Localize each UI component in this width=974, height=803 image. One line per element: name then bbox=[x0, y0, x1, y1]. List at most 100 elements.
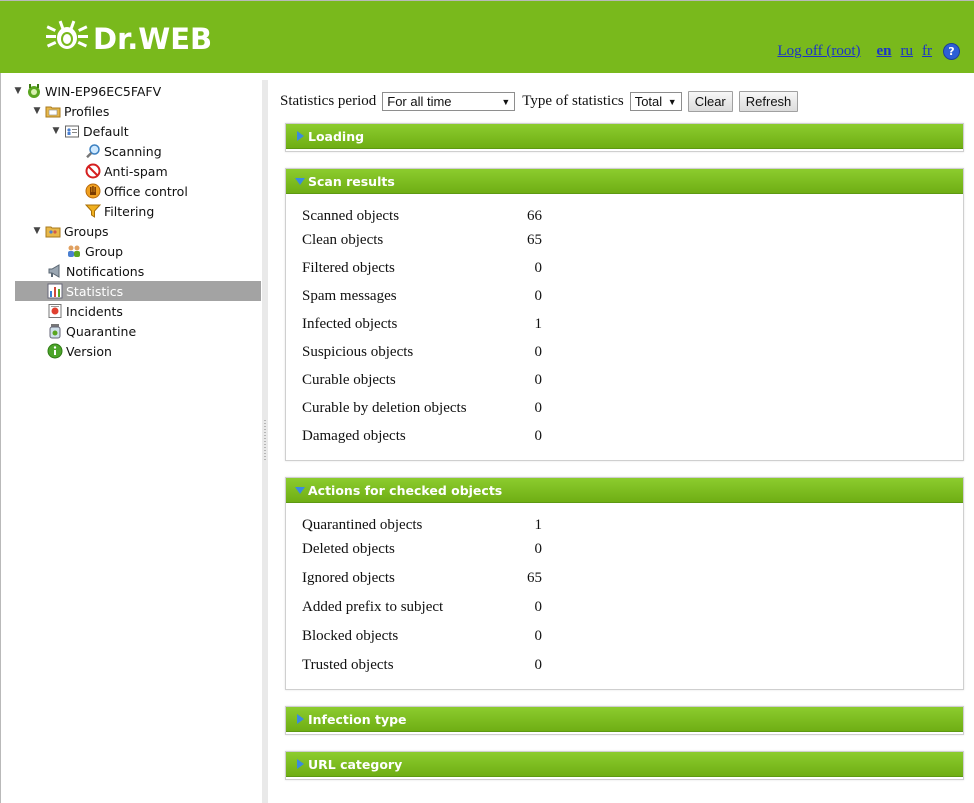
stat-row: Blocked objects 0 bbox=[302, 626, 542, 646]
collapse-arrow-icon[interactable]: ▼ bbox=[32, 226, 42, 236]
lang-en-link[interactable]: en bbox=[877, 43, 892, 60]
stat-value: 0 bbox=[534, 540, 543, 557]
spider-logo-icon bbox=[45, 19, 89, 59]
stat-value: 66 bbox=[527, 207, 542, 224]
actions-panel: Actions for checked objects Quarantined … bbox=[285, 477, 964, 690]
tree-item-notifications[interactable]: Notifications bbox=[47, 261, 144, 281]
stat-label: Deleted objects bbox=[302, 540, 395, 557]
navigation-tree: ▼ WIN-EP96EC5FAFV ▼ Profiles ▼ Default S… bbox=[0, 73, 262, 803]
tree-label: Anti-spam bbox=[104, 163, 168, 179]
megaphone-icon bbox=[47, 263, 63, 279]
tree-item-default[interactable]: ▼ Default bbox=[51, 121, 129, 141]
tree-label: Incidents bbox=[66, 303, 123, 319]
loading-panel: Loading bbox=[285, 123, 964, 152]
tree-item-scanning[interactable]: Scanning bbox=[85, 141, 162, 161]
stat-label: Ignored objects bbox=[302, 569, 395, 586]
infection-type-panel-header[interactable]: Infection type bbox=[286, 707, 963, 732]
tree-label: Notifications bbox=[66, 263, 145, 279]
period-select[interactable]: For all time ▼ bbox=[382, 92, 516, 111]
stat-label: Filtered objects bbox=[302, 259, 395, 276]
statistics-toolbar: Statistics period For all time ▼ Type of… bbox=[280, 91, 799, 112]
stat-row: Ignored objects 65 bbox=[302, 568, 542, 588]
stat-value: 1 bbox=[534, 315, 543, 332]
stat-row: Infected objects 1 bbox=[302, 314, 542, 334]
stat-value: 0 bbox=[534, 598, 543, 615]
stat-value: 0 bbox=[534, 427, 543, 444]
collapse-arrow-icon[interactable]: ▼ bbox=[51, 126, 61, 136]
type-select[interactable]: Total ▼ bbox=[629, 92, 682, 111]
collapse-arrow-icon[interactable]: ▼ bbox=[13, 86, 23, 96]
tree-label: Statistics bbox=[66, 283, 124, 299]
incident-log-icon bbox=[47, 303, 63, 319]
loading-bar bbox=[630, 299, 776, 313]
app-header: Dr.WEB Log off (root) en ru fr ? bbox=[0, 0, 974, 73]
tree-label: Default bbox=[83, 123, 129, 139]
stat-row: Trusted objects 0 bbox=[302, 655, 542, 675]
stat-label: Curable by deletion objects bbox=[302, 399, 467, 416]
type-value: Total bbox=[634, 94, 663, 109]
panel-title: Scan results bbox=[308, 173, 395, 189]
tree-label: Office control bbox=[104, 183, 188, 199]
loading-panel-header[interactable]: Loading bbox=[286, 124, 963, 149]
folder-icon bbox=[45, 103, 61, 119]
actions-panel-header[interactable]: Actions for checked objects bbox=[286, 478, 963, 503]
statistics-content: Statistics period For all time ▼ Type of… bbox=[268, 73, 974, 803]
stat-label: Suspicious objects bbox=[302, 343, 414, 360]
url-category-panel: URL category bbox=[285, 751, 964, 780]
users-icon bbox=[66, 243, 82, 259]
lang-fr-link[interactable]: fr bbox=[922, 43, 932, 60]
tree-item-profiles[interactable]: ▼ Profiles bbox=[32, 101, 110, 121]
refresh-button[interactable]: Refresh bbox=[738, 91, 799, 112]
tree-item-groups[interactable]: ▼ Groups bbox=[13, 221, 109, 241]
scan-results-panel-header[interactable]: Scan results bbox=[286, 169, 963, 194]
stat-row: Spam messages 0 bbox=[302, 286, 542, 306]
tree-label: WIN-EP96EC5FAFV bbox=[45, 83, 162, 99]
stat-value: 0 bbox=[534, 287, 543, 304]
top-navigation: Log off (root) en ru fr ? bbox=[761, 43, 960, 60]
stat-label: Spam messages bbox=[302, 287, 397, 304]
expand-triangle-icon bbox=[292, 759, 308, 769]
stat-row: Curable by deletion objects 0 bbox=[302, 398, 542, 418]
funnel-icon bbox=[85, 203, 101, 219]
url-category-panel-header[interactable]: URL category bbox=[286, 752, 963, 777]
stat-row: Suspicious objects 0 bbox=[302, 342, 542, 362]
tree-item-antispam[interactable]: Anti-spam bbox=[85, 161, 168, 181]
tree-item-quarantine[interactable]: Quarantine bbox=[47, 321, 136, 341]
stat-label: Quarantined objects bbox=[302, 516, 423, 533]
stat-value: 65 bbox=[527, 231, 542, 248]
panel-title: Infection type bbox=[308, 711, 407, 727]
stat-label: Trusted objects bbox=[302, 656, 394, 673]
stat-row: Quarantined objects 1 bbox=[302, 515, 542, 535]
logo-text: Dr.WEB bbox=[93, 22, 213, 56]
tree-item-filtering[interactable]: Filtering bbox=[85, 201, 154, 221]
tree-label: Filtering bbox=[104, 203, 155, 219]
logoff-link[interactable]: Log off (root) bbox=[777, 43, 860, 60]
collapse-arrow-icon[interactable]: ▼ bbox=[32, 106, 42, 116]
stat-label: Scanned objects bbox=[302, 207, 400, 224]
clear-button[interactable]: Clear bbox=[687, 91, 733, 112]
tree-item-office-control[interactable]: Office control bbox=[85, 181, 188, 201]
stat-value: 1 bbox=[534, 516, 543, 533]
scan-results-panel: Scan results Scanned objects 66 Clean obje… bbox=[285, 168, 964, 461]
bar-chart-icon bbox=[47, 283, 63, 299]
groups-folder-icon bbox=[45, 223, 61, 239]
stat-row: Added prefix to subject 0 bbox=[302, 597, 542, 617]
type-label: Type of statistics bbox=[522, 93, 624, 109]
tree-item-version[interactable]: Version bbox=[47, 341, 112, 361]
stat-row: Damaged objects 0 bbox=[302, 426, 542, 446]
lang-ru-link[interactable]: ru bbox=[901, 43, 914, 60]
period-value: For all time bbox=[387, 94, 452, 109]
panel-title: URL category bbox=[308, 756, 403, 772]
tree-item-incidents[interactable]: Incidents bbox=[47, 301, 123, 321]
help-icon[interactable]: ? bbox=[943, 43, 960, 60]
stat-row: Deleted objects 0 bbox=[302, 539, 542, 559]
stat-value: 0 bbox=[534, 627, 543, 644]
tree-item-server[interactable]: ▼ WIN-EP96EC5FAFV bbox=[13, 81, 162, 101]
drweb-logo: Dr.WEB bbox=[45, 19, 212, 59]
no-entry-icon bbox=[85, 163, 101, 179]
tree-item-statistics[interactable]: Statistics bbox=[15, 281, 261, 301]
stat-value: 0 bbox=[534, 259, 543, 276]
tree-label: Groups bbox=[64, 223, 109, 239]
stat-label: Blocked objects bbox=[302, 627, 399, 644]
tree-item-group[interactable]: Group bbox=[66, 241, 123, 261]
